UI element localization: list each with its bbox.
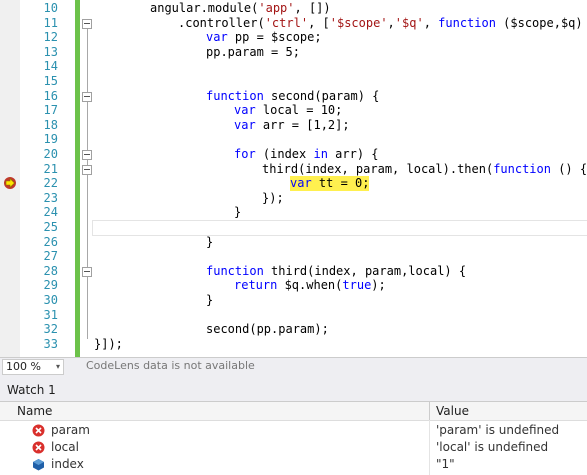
- code-line-18[interactable]: 18 var arr = [1,2];: [0, 118, 587, 133]
- code-text[interactable]: }: [206, 235, 213, 250]
- column-header-name[interactable]: Name: [17, 404, 52, 418]
- code-line-32[interactable]: 32 second(pp.param);: [0, 322, 587, 337]
- column-divider[interactable]: [429, 402, 430, 420]
- watch-window-title: Watch 1: [7, 383, 56, 397]
- collapse-toggle-icon[interactable]: [82, 18, 92, 29]
- code-line-26[interactable]: 26 }: [0, 235, 587, 250]
- line-number: 22: [43, 176, 58, 191]
- current-statement-highlight[interactable]: var tt = 0;: [290, 176, 370, 191]
- code-line-21[interactable]: 21 third(index, param, local).then(funct…: [0, 162, 587, 177]
- code-line-13[interactable]: 13 pp.param = 5;: [0, 45, 587, 60]
- code-line-15[interactable]: 15: [0, 74, 587, 89]
- line-number: 16: [43, 88, 58, 103]
- watch-grid[interactable]: Name Value param 'param' is undefined lo…: [0, 401, 587, 475]
- line-number: 31: [43, 307, 58, 322]
- line-number: 19: [43, 132, 58, 147]
- editor-status-bar: 100 % ▾ CodeLens data is not available: [0, 357, 587, 375]
- zoom-value: 100 %: [6, 360, 41, 373]
- line-number: 32: [43, 322, 58, 337]
- error-icon: [32, 424, 45, 437]
- line-number: 29: [43, 278, 58, 293]
- code-line-19[interactable]: 19: [0, 132, 587, 147]
- code-text[interactable]: for (index in arr) {: [234, 147, 379, 162]
- line-number: 30: [43, 293, 58, 307]
- code-text[interactable]: var arr = [1,2];: [234, 118, 350, 133]
- line-number: 33: [43, 336, 58, 351]
- code-line-10[interactable]: 10 angular.module('app', []): [0, 1, 587, 16]
- collapse-toggle-icon[interactable]: [82, 91, 92, 102]
- collapse-toggle-icon[interactable]: [82, 164, 92, 175]
- line-number: 25: [43, 220, 58, 234]
- code-text[interactable]: }: [206, 293, 213, 308]
- watch-name[interactable]: local: [51, 440, 79, 454]
- watch-value[interactable]: 'param' is undefined: [436, 423, 559, 437]
- code-text[interactable]: third(index, param, local).then(function…: [262, 162, 587, 177]
- code-line-25[interactable]: 25: [0, 220, 587, 235]
- line-number: 28: [43, 263, 58, 278]
- column-header-value[interactable]: Value: [436, 404, 469, 418]
- line-number: 27: [43, 249, 58, 264]
- line-number: 17: [43, 103, 58, 118]
- code-line-31[interactable]: 31: [0, 308, 587, 323]
- code-text[interactable]: second(pp.param);: [206, 322, 329, 337]
- code-line-17[interactable]: 17 var local = 10;: [0, 103, 587, 118]
- line-number: 23: [43, 190, 58, 205]
- code-text[interactable]: function third(index, param,local) {: [206, 264, 466, 279]
- code-line-27[interactable]: 27: [0, 249, 587, 264]
- line-number: 12: [43, 30, 58, 45]
- code-text[interactable]: angular.module('app', []): [150, 1, 331, 16]
- code-line-29[interactable]: 29 return $q.when(true);: [0, 278, 587, 293]
- line-number: 14: [43, 59, 58, 74]
- code-text[interactable]: }]);: [94, 337, 123, 352]
- line-number: 15: [43, 74, 58, 88]
- code-line-23[interactable]: 23 });: [0, 191, 587, 206]
- code-text[interactable]: var pp = $scope;: [206, 30, 322, 45]
- code-line-20[interactable]: 20 for (index in arr) {: [0, 147, 587, 162]
- code-line-28[interactable]: 28 function third(index, param,local) {: [0, 264, 587, 279]
- code-editor[interactable]: 10 angular.module('app', []) 11 .control…: [0, 0, 587, 357]
- collapse-toggle-icon[interactable]: [82, 266, 92, 277]
- code-text[interactable]: });: [262, 191, 284, 206]
- watch-window: Watch 1 Name Value param 'param' is unde…: [0, 375, 587, 475]
- code-line-30[interactable]: 30 }: [0, 293, 587, 308]
- watch-value[interactable]: "1": [436, 457, 455, 471]
- code-line-33[interactable]: 33}]);: [0, 337, 587, 352]
- watch-row[interactable]: param 'param' is undefined: [0, 422, 587, 439]
- watch-name[interactable]: index: [51, 457, 84, 471]
- watch-value[interactable]: 'local' is undefined: [436, 440, 548, 454]
- line-number: 10: [43, 1, 58, 15]
- code-line-24[interactable]: 24 }: [0, 205, 587, 220]
- zoom-dropdown[interactable]: 100 % ▾: [2, 359, 64, 375]
- line-number: 18: [43, 117, 58, 132]
- code-line-22[interactable]: 22 var tt = 0;: [0, 176, 587, 191]
- code-text[interactable]: return $q.when(true);: [234, 278, 386, 293]
- line-number: 24: [43, 205, 58, 220]
- code-line-12[interactable]: 12 var pp = $scope;: [0, 30, 587, 45]
- watch-row[interactable]: local 'local' is undefined: [0, 439, 587, 456]
- watch-row[interactable]: index "1": [0, 456, 587, 473]
- code-line-16[interactable]: 16 function second(param) {: [0, 89, 587, 104]
- codelens-status: CodeLens data is not available: [86, 359, 255, 372]
- code-text[interactable]: }: [234, 205, 241, 220]
- collapse-toggle-icon[interactable]: [82, 150, 92, 160]
- watch-header-row: Name Value: [0, 402, 587, 421]
- line-number: 26: [43, 234, 58, 249]
- line-number: 11: [43, 15, 58, 30]
- code-line-14[interactable]: 14: [0, 59, 587, 74]
- line-number: 21: [43, 161, 58, 176]
- code-line-11[interactable]: 11 .controller('ctrl', ['$scope','$q', f…: [0, 16, 587, 31]
- watch-name[interactable]: param: [51, 423, 90, 437]
- line-number: 13: [43, 44, 58, 59]
- code-text[interactable]: .controller('ctrl', ['$scope','$q', func…: [178, 16, 587, 31]
- code-text[interactable]: var local = 10;: [234, 103, 342, 118]
- variable-icon: [33, 459, 44, 471]
- code-text[interactable]: pp.param = 5;: [206, 45, 300, 60]
- code-text[interactable]: function second(param) {: [206, 89, 379, 104]
- line-number: 20: [43, 147, 58, 161]
- chevron-down-icon: ▾: [55, 362, 60, 371]
- error-icon: [32, 441, 45, 454]
